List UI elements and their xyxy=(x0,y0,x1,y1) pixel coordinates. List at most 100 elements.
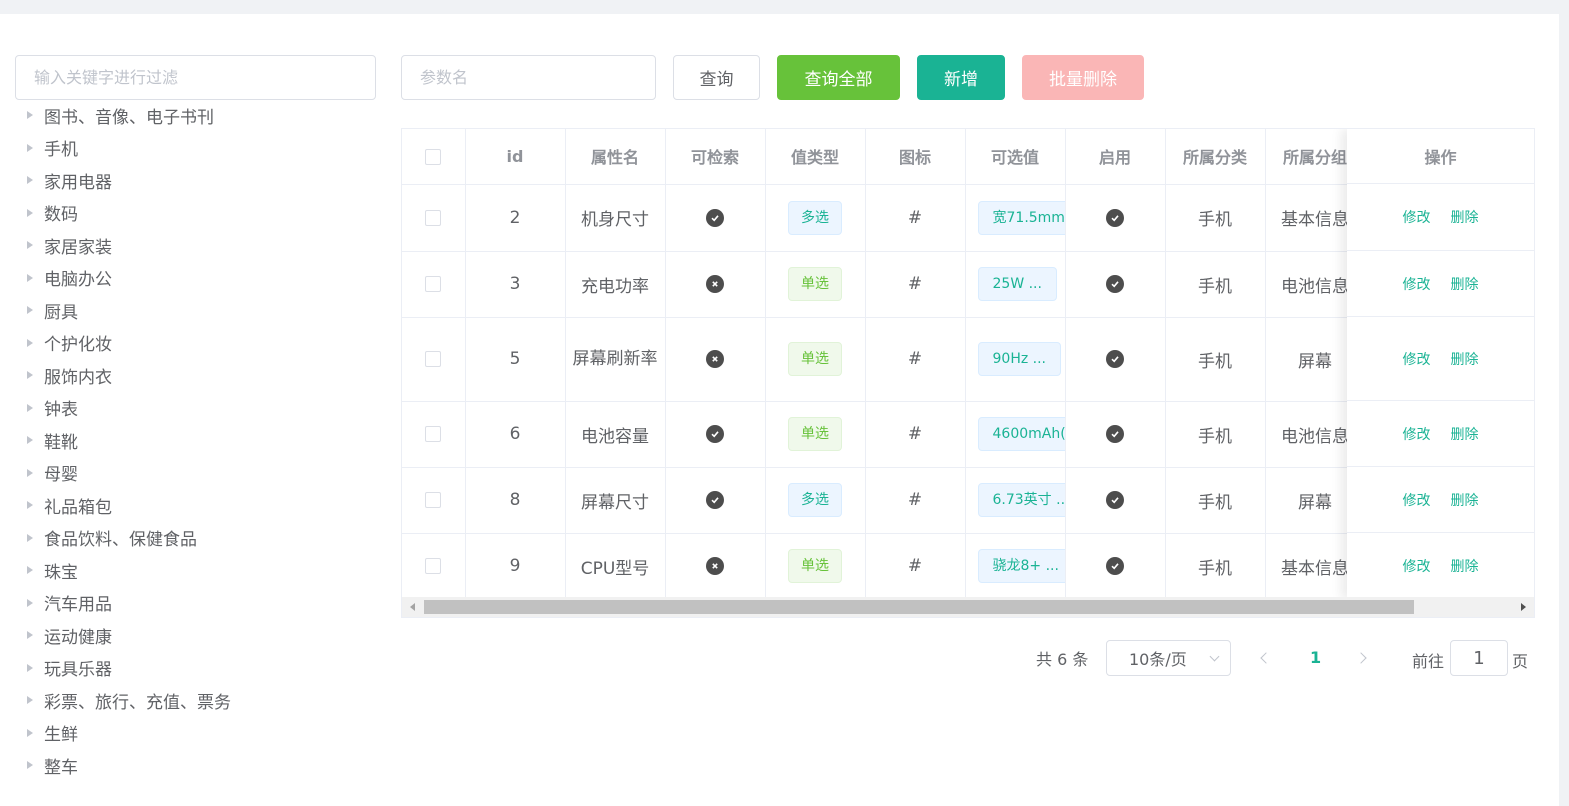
scroll-right-icon[interactable] xyxy=(1521,603,1526,611)
query-button[interactable]: 查询 xyxy=(673,55,760,100)
caret-right-icon[interactable] xyxy=(27,566,33,575)
tree-node[interactable]: 运动健康 xyxy=(20,619,380,652)
cell-value-type: 多选 xyxy=(765,467,866,534)
horizontal-scrollbar[interactable] xyxy=(402,597,1534,617)
param-name-input[interactable] xyxy=(401,55,656,100)
row-checkbox[interactable] xyxy=(425,276,442,292)
caret-right-icon[interactable] xyxy=(27,663,33,672)
caret-right-icon[interactable] xyxy=(27,241,33,250)
add-button[interactable]: 新增 xyxy=(917,55,1005,100)
value-type-tag: 多选 xyxy=(788,483,842,517)
option-tag: 90Hz ... xyxy=(977,342,1061,376)
caret-right-icon[interactable] xyxy=(27,761,33,770)
tree-node[interactable]: 彩票、旅行、充值、票务 xyxy=(20,684,380,717)
tree-node[interactable]: 钟表 xyxy=(20,392,380,425)
col-header-name: 属性名 xyxy=(565,129,666,185)
goto-page-input[interactable] xyxy=(1450,640,1508,676)
cell-enabled xyxy=(1065,251,1166,318)
caret-right-icon[interactable] xyxy=(27,436,33,445)
scroll-left-icon[interactable] xyxy=(410,603,415,611)
row-checkbox[interactable] xyxy=(425,492,442,508)
value-type-tag: 单选 xyxy=(788,417,842,451)
next-page-icon[interactable] xyxy=(1355,652,1367,664)
delete-link[interactable]: 删除 xyxy=(1451,556,1479,576)
edit-link[interactable]: 修改 xyxy=(1403,274,1431,294)
query-all-button[interactable]: 查询全部 xyxy=(777,55,900,100)
row-checkbox[interactable] xyxy=(425,426,442,442)
check-circle-icon xyxy=(1106,208,1124,227)
row-select-cell xyxy=(402,317,466,402)
tree-node[interactable]: 食品饮料、保健食品 xyxy=(20,522,380,555)
caret-right-icon[interactable] xyxy=(27,176,33,185)
caret-right-icon[interactable] xyxy=(27,273,33,282)
tree-node[interactable]: 厨具 xyxy=(20,294,380,327)
tree-node[interactable]: 玩具乐器 xyxy=(20,652,380,685)
cell-enabled xyxy=(1065,184,1166,252)
tree-node[interactable]: 数码 xyxy=(20,197,380,230)
edit-link[interactable]: 修改 xyxy=(1403,490,1431,510)
page-number-current[interactable]: 1 xyxy=(1310,648,1321,667)
row-checkbox[interactable] xyxy=(425,558,442,574)
caret-right-icon[interactable] xyxy=(27,338,33,347)
caret-right-icon[interactable] xyxy=(27,631,33,640)
batch-delete-button[interactable]: 批量删除 xyxy=(1022,55,1144,100)
caret-right-icon[interactable] xyxy=(27,468,33,477)
cell-name: 电池容量 xyxy=(565,401,666,468)
tree-node[interactable]: 汽车用品 xyxy=(20,587,380,620)
tree-node[interactable]: 图书、音像、电子书刊 xyxy=(20,99,380,132)
caret-right-icon[interactable] xyxy=(27,533,33,542)
tree-node[interactable]: 家用电器 xyxy=(20,164,380,197)
delete-link[interactable]: 删除 xyxy=(1451,349,1479,369)
cell-searchable xyxy=(665,533,766,600)
caret-right-icon[interactable] xyxy=(27,371,33,380)
tree-node-label: 汽车用品 xyxy=(44,595,112,616)
edit-link[interactable]: 修改 xyxy=(1403,349,1431,369)
edit-link[interactable]: 修改 xyxy=(1403,207,1431,227)
tree-node-label: 玩具乐器 xyxy=(44,660,112,681)
tree-node[interactable]: 鞋靴 xyxy=(20,424,380,457)
tree-node[interactable]: 整车 xyxy=(20,749,380,782)
caret-right-icon[interactable] xyxy=(27,598,33,607)
cell-options: 25W ... xyxy=(965,251,1066,318)
delete-link[interactable]: 删除 xyxy=(1451,207,1479,227)
tree-filter-input[interactable] xyxy=(15,55,376,100)
row-checkbox[interactable] xyxy=(425,351,442,367)
tree-node[interactable]: 电脑办公 xyxy=(20,262,380,295)
tree-node[interactable]: 手机 xyxy=(20,132,380,165)
check-circle-icon xyxy=(1106,425,1124,443)
caret-right-icon[interactable] xyxy=(27,728,33,737)
select-all-checkbox[interactable] xyxy=(425,149,442,166)
caret-right-icon[interactable] xyxy=(27,208,33,217)
chevron-down-icon xyxy=(1209,651,1220,662)
caret-right-icon[interactable] xyxy=(27,111,33,120)
tree-node-label: 数码 xyxy=(44,205,78,226)
tree-node[interactable]: 个护化妆 xyxy=(20,327,380,360)
tree-node-label: 个护化妆 xyxy=(44,335,112,356)
tree-node-label: 家用电器 xyxy=(44,172,112,193)
page-size-select[interactable]: 10条/页 xyxy=(1106,640,1231,676)
delete-link[interactable]: 删除 xyxy=(1451,490,1479,510)
edit-link[interactable]: 修改 xyxy=(1403,424,1431,444)
tree-node[interactable]: 服饰内衣 xyxy=(20,359,380,392)
delete-link[interactable]: 删除 xyxy=(1451,274,1479,294)
caret-right-icon[interactable] xyxy=(27,306,33,315)
tree-node[interactable]: 家居家装 xyxy=(20,229,380,262)
tree-node[interactable]: 珠宝 xyxy=(20,554,380,587)
scroll-thumb[interactable] xyxy=(424,600,1414,614)
col-header-actions: 操作 xyxy=(1347,129,1534,184)
cell-searchable xyxy=(665,184,766,252)
pagination-total: 共 6 条 xyxy=(1036,650,1089,669)
caret-right-icon[interactable] xyxy=(27,143,33,152)
caret-right-icon[interactable] xyxy=(27,501,33,510)
tree-node[interactable]: 礼品箱包 xyxy=(20,489,380,522)
row-checkbox[interactable] xyxy=(425,209,442,226)
prev-page-icon[interactable] xyxy=(1260,652,1272,664)
edit-link[interactable]: 修改 xyxy=(1403,556,1431,576)
caret-right-icon[interactable] xyxy=(27,403,33,412)
col-header-value-type: 值类型 xyxy=(765,129,866,185)
delete-link[interactable]: 删除 xyxy=(1451,424,1479,444)
option-tag: 骁龙8+ ... xyxy=(977,549,1064,583)
caret-right-icon[interactable] xyxy=(27,696,33,705)
tree-node[interactable]: 母婴 xyxy=(20,457,380,490)
tree-node[interactable]: 生鲜 xyxy=(20,717,380,750)
